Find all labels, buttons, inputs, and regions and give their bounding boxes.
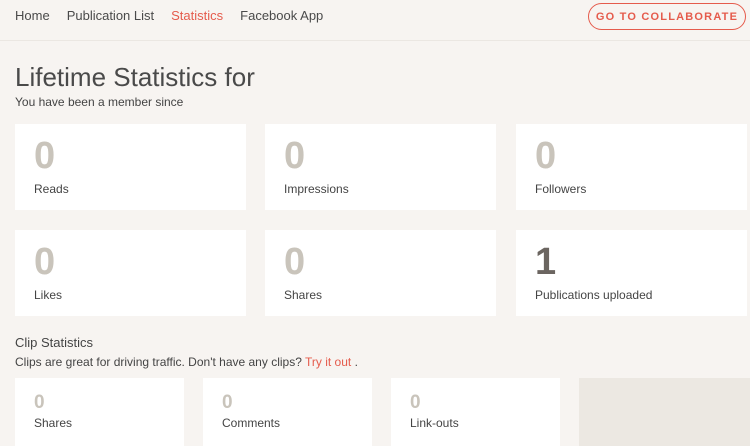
clip-stat-value: 0 xyxy=(222,392,233,413)
nav-publication-list[interactable]: Publication List xyxy=(67,9,154,23)
go-to-collaborate-button[interactable]: GO TO COLLABORATE xyxy=(588,3,746,30)
try-it-out-link[interactable]: Try it out xyxy=(305,355,351,369)
stat-value: 0 xyxy=(284,135,306,177)
member-since-text: You have been a member since xyxy=(15,95,184,109)
stat-card-followers: 0 Followers xyxy=(516,124,747,210)
top-navigation-bar: Home Publication List Statistics Faceboo… xyxy=(0,0,750,41)
stat-value: 0 xyxy=(535,135,557,177)
stat-label: Likes xyxy=(34,288,63,302)
clip-statistics-title: Clip Statistics xyxy=(15,335,94,350)
clip-card-comments: 0 Comments xyxy=(203,378,372,446)
stat-label: Publications uploaded xyxy=(535,288,653,302)
clip-desc-text: Clips are great for driving traffic. Don… xyxy=(15,355,302,369)
stat-label: Followers xyxy=(535,182,587,196)
stat-label: Reads xyxy=(34,182,69,196)
clip-stat-value: 0 xyxy=(34,392,45,413)
clip-desc-end: . xyxy=(354,355,358,369)
stat-label: Shares xyxy=(284,288,323,302)
page-title: Lifetime Statistics for xyxy=(15,62,255,92)
main-nav: Home Publication List Statistics Faceboo… xyxy=(15,9,340,23)
nav-home[interactable]: Home xyxy=(15,9,50,23)
clip-card-shares: 0 Shares xyxy=(15,378,184,446)
clip-stat-label: Shares xyxy=(34,416,73,430)
stat-value: 0 xyxy=(284,241,306,283)
stat-card-impressions: 0 Impressions xyxy=(265,124,496,210)
stat-label: Impressions xyxy=(284,182,349,196)
stat-card-publications-uploaded: 1 Publications uploaded xyxy=(516,230,747,316)
clip-placeholder-panel xyxy=(579,378,750,446)
stat-card-likes: 0 Likes xyxy=(15,230,246,316)
clip-stat-value: 0 xyxy=(410,392,421,413)
stat-card-shares: 0 Shares xyxy=(265,230,496,316)
stat-value: 0 xyxy=(34,135,56,177)
clip-stat-label: Link-outs xyxy=(410,416,459,430)
nav-facebook-app[interactable]: Facebook App xyxy=(240,9,323,23)
clip-statistics-description: Clips are great for driving traffic. Don… xyxy=(15,355,358,369)
stat-value: 0 xyxy=(34,241,56,283)
clip-stat-label: Comments xyxy=(222,416,281,430)
stat-card-reads: 0 Reads xyxy=(15,124,246,210)
clip-card-link-outs: 0 Link-outs xyxy=(391,378,560,446)
nav-statistics[interactable]: Statistics xyxy=(171,9,223,23)
stat-value: 1 xyxy=(535,241,557,283)
